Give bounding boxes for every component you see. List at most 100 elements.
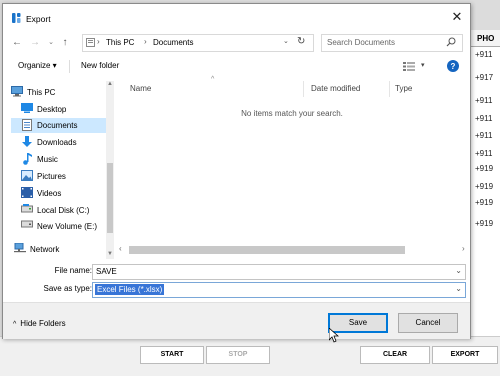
back-arrow-icon[interactable]: ← xyxy=(11,36,23,49)
phone-cell[interactable]: +919 xyxy=(475,198,493,207)
navigation-row: ← → ⌄ ↑ › This PC › Documents ⌄ ↻ Search… xyxy=(3,32,470,54)
background-phone-table: PHO +911 +917 +911 +911 +911 +911 +919 +… xyxy=(470,30,500,342)
navigation-pane: This PC Desktop Documents Downloads Musi… xyxy=(11,81,114,259)
hide-folders-toggle[interactable]: ^ Hide Folders xyxy=(13,319,66,328)
videos-icon xyxy=(21,187,33,198)
scrollbar-thumb[interactable] xyxy=(107,163,113,233)
address-bar[interactable]: › This PC › Documents ⌄ ↻ xyxy=(82,34,314,52)
scroll-right-icon[interactable]: › xyxy=(462,244,465,253)
dialog-footer: ^ Hide Folders Save Cancel xyxy=(3,302,470,339)
file-name-input[interactable]: SAVE ⌄ xyxy=(92,264,466,280)
tree-label: Network xyxy=(30,245,60,254)
tree-item-this-pc[interactable]: This PC xyxy=(11,85,111,100)
downloads-icon xyxy=(22,136,32,147)
scroll-left-icon[interactable]: ‹ xyxy=(119,244,122,253)
address-dropdown-icon[interactable]: ⌄ xyxy=(283,37,289,45)
phone-column-label: PHO xyxy=(477,34,495,43)
music-icon xyxy=(23,153,32,165)
phone-cell[interactable]: +911 xyxy=(475,96,492,105)
view-options-icon[interactable] xyxy=(403,62,415,71)
save-as-type-label: Save as type: xyxy=(43,284,92,293)
svg-text:?: ? xyxy=(451,62,456,71)
tree-label: New Volume (E:) xyxy=(37,222,98,231)
file-name-value: SAVE xyxy=(96,267,117,276)
column-divider[interactable] xyxy=(303,81,304,97)
phone-column-header[interactable]: PHO xyxy=(471,30,500,47)
title-bar[interactable]: Export ✕ xyxy=(3,4,470,32)
tree-item-music[interactable]: Music xyxy=(21,152,111,167)
tree-item-new-volume[interactable]: New Volume (E:) xyxy=(21,219,114,234)
refresh-icon[interactable]: ↻ xyxy=(297,36,305,47)
command-toolbar: Organize ▾ New folder ▾ ? xyxy=(3,56,470,78)
documents-icon xyxy=(22,119,32,131)
save-as-type-value: Excel Files (*.xlsx) xyxy=(95,284,165,295)
folder-icon xyxy=(86,38,95,47)
toolbar-divider xyxy=(69,60,70,73)
clear-button[interactable]: CLEAR xyxy=(360,346,430,364)
chevron-up-icon: ^ xyxy=(13,321,17,328)
breadcrumb-this-pc[interactable]: This PC xyxy=(106,38,134,47)
tree-label: Videos xyxy=(37,189,62,198)
save-as-type-dropdown-icon[interactable]: ⌄ xyxy=(455,284,462,293)
navigation-pane-scrollbar[interactable]: ▲ ▼ xyxy=(106,81,114,259)
tree-label: Desktop xyxy=(37,105,67,114)
search-box[interactable]: Search Documents xyxy=(321,34,463,52)
file-name-row: File name: SAVE ⌄ xyxy=(3,264,470,280)
help-icon[interactable]: ? xyxy=(447,60,459,72)
tree-item-downloads[interactable]: Downloads xyxy=(21,135,111,150)
tree-label: This PC xyxy=(27,88,56,97)
tree-item-videos[interactable]: Videos xyxy=(21,186,111,201)
tree-item-documents[interactable]: Documents xyxy=(11,118,111,133)
sort-ascending-icon: ^ xyxy=(211,76,215,83)
tree-item-desktop[interactable]: Desktop xyxy=(21,102,111,117)
tree-label: Local Disk (C:) xyxy=(37,206,90,215)
column-header-date-modified[interactable]: Date modified xyxy=(311,84,360,93)
phone-cell[interactable]: +911 xyxy=(475,149,492,158)
file-list-horizontal-scrollbar[interactable]: ‹ › xyxy=(119,244,468,255)
close-icon[interactable]: ✕ xyxy=(450,10,464,24)
file-list: Name ^ Date modified Type No items match… xyxy=(116,76,468,259)
tree-item-local-disk[interactable]: Local Disk (C:) xyxy=(21,203,114,218)
phone-cell[interactable]: +911 xyxy=(475,114,492,123)
new-folder-button[interactable]: New folder xyxy=(81,61,119,70)
background-button-bar: START STOP CLEAR EXPORT xyxy=(0,336,500,376)
column-header-name[interactable]: Name xyxy=(130,84,151,93)
scroll-down-icon[interactable]: ▼ xyxy=(106,251,114,257)
search-icon[interactable] xyxy=(446,37,456,47)
scrollbar-thumb[interactable] xyxy=(129,246,405,254)
save-as-type-select[interactable]: Excel Files (*.xlsx) ⌄ xyxy=(92,282,466,298)
scroll-up-icon[interactable]: ▲ xyxy=(106,81,114,87)
tree-item-pictures[interactable]: Pictures xyxy=(21,169,111,184)
phone-cell[interactable]: +919 xyxy=(475,219,493,228)
phone-cell[interactable]: +917 xyxy=(475,73,493,82)
tree-label: Music xyxy=(37,155,58,164)
file-name-dropdown-icon[interactable]: ⌄ xyxy=(455,266,462,275)
mouse-cursor-icon xyxy=(329,328,339,343)
save-as-type-row: Save as type: Excel Files (*.xlsx) ⌄ xyxy=(3,282,470,298)
pictures-icon xyxy=(21,170,33,181)
cancel-button[interactable]: Cancel xyxy=(398,313,458,333)
export-button[interactable]: EXPORT xyxy=(432,346,498,364)
phone-cell[interactable]: +911 xyxy=(475,131,492,140)
recent-locations-chevron-icon[interactable]: ⌄ xyxy=(45,36,57,49)
phone-cell[interactable]: +919 xyxy=(475,164,493,173)
tree-label: Downloads xyxy=(37,138,77,147)
up-arrow-icon[interactable]: ↑ xyxy=(59,36,71,49)
breadcrumb-documents[interactable]: Documents xyxy=(153,38,193,47)
stop-button[interactable]: STOP xyxy=(206,346,270,364)
forward-arrow-icon[interactable]: → xyxy=(29,36,41,49)
phone-cell[interactable]: +919 xyxy=(475,182,493,191)
tree-label: Pictures xyxy=(37,172,66,181)
organize-menu[interactable]: Organize ▾ xyxy=(18,61,57,70)
phone-cell[interactable]: +911 xyxy=(475,50,492,59)
column-header-type[interactable]: Type xyxy=(395,84,412,93)
breadcrumb-separator-icon: › xyxy=(144,37,147,46)
tree-item-network[interactable]: Network xyxy=(11,242,111,257)
column-divider[interactable] xyxy=(389,81,390,97)
view-dropdown-icon[interactable]: ▾ xyxy=(421,61,425,69)
start-button[interactable]: START xyxy=(140,346,204,364)
search-placeholder: Search Documents xyxy=(327,38,396,47)
network-icon xyxy=(14,243,26,253)
empty-folder-message: No items match your search. xyxy=(241,109,343,118)
desktop-icon xyxy=(21,103,33,113)
